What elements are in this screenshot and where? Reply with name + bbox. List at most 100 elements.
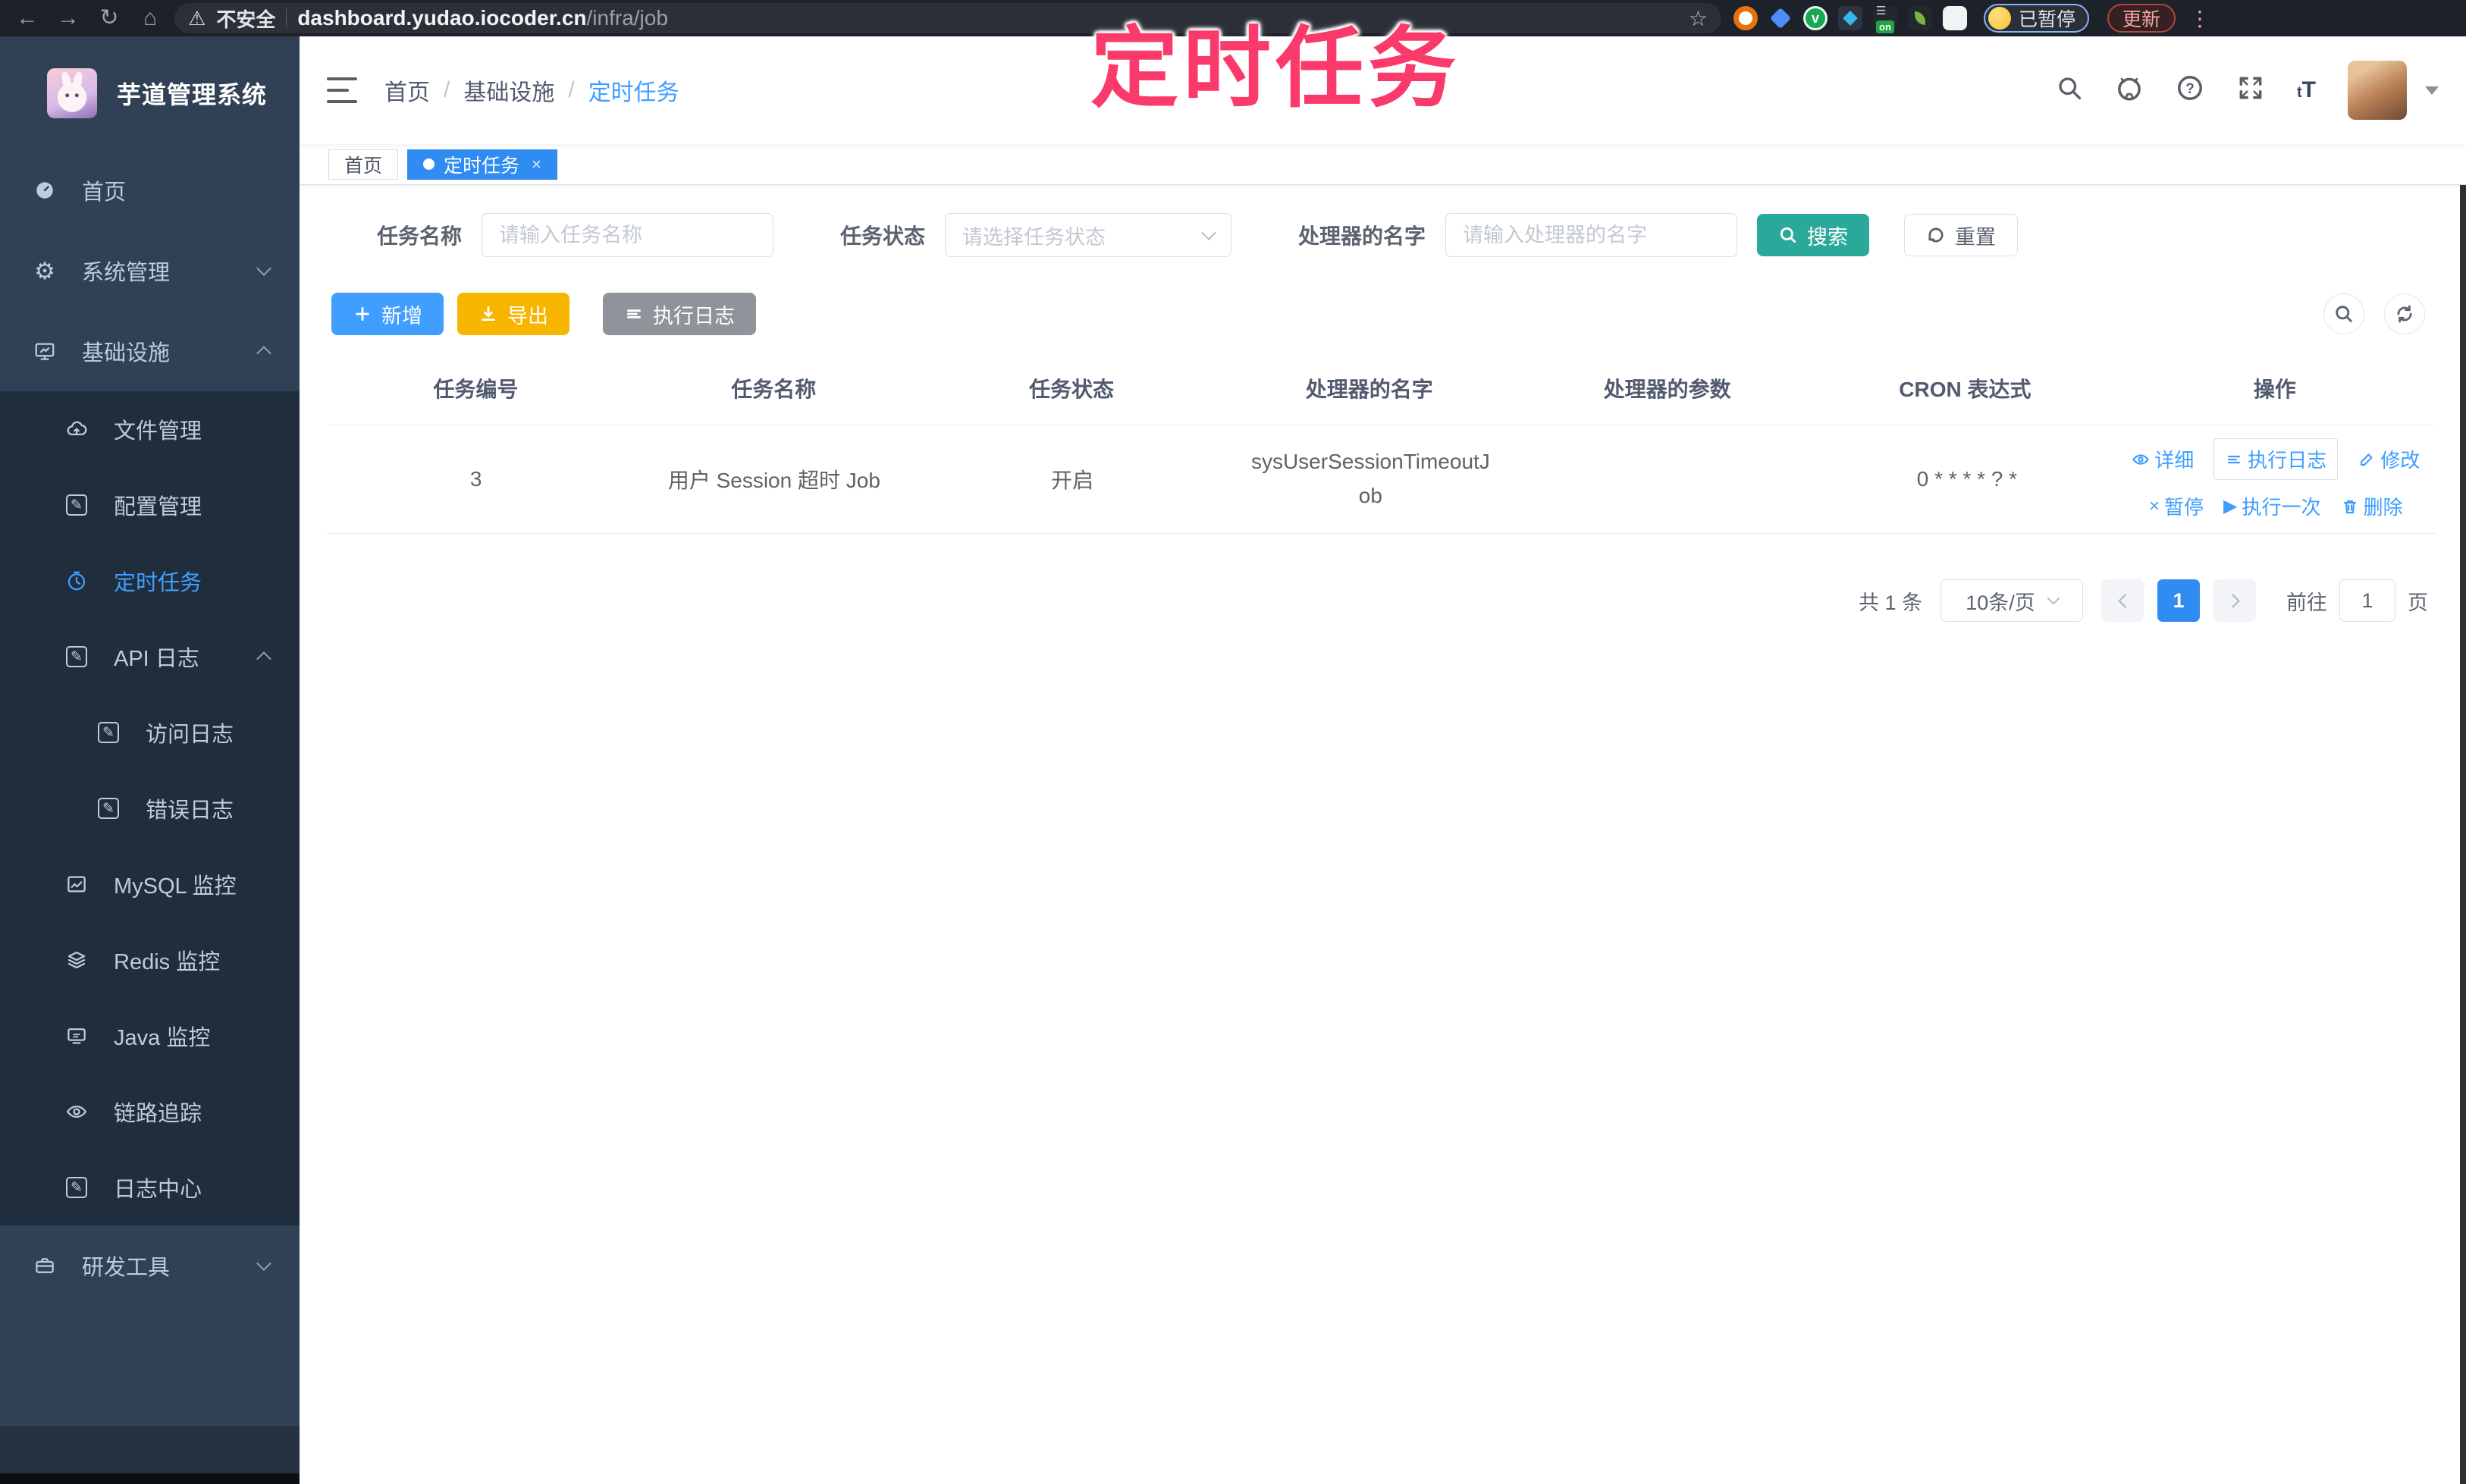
bookmark-star-icon[interactable]: ☆	[1689, 6, 1708, 31]
page-size-select[interactable]: 10条/页	[1940, 579, 2083, 622]
job-status-select[interactable]: 请选择任务状态	[945, 213, 1231, 257]
user-avatar[interactable]	[2348, 61, 2407, 120]
sidebar-item-home[interactable]: 首页	[0, 150, 300, 231]
next-page-button[interactable]	[2213, 579, 2256, 622]
not-secure-label: 不安全	[216, 5, 275, 33]
sidebar-item-label: Java 监控	[114, 1020, 269, 1052]
sidebar-item-system[interactable]: ⚙ 系统管理	[0, 231, 300, 311]
goto-suffix: 页	[2408, 586, 2428, 616]
chevron-down-icon	[256, 261, 271, 276]
sidebar-item-label: 链路追踪	[114, 1096, 269, 1128]
extension-leaf-icon[interactable]	[1908, 6, 1932, 30]
close-tab-icon[interactable]: ×	[532, 155, 541, 174]
header-actions: ? tT	[2056, 61, 2439, 120]
sidebar-item-dev-tools[interactable]: 研发工具	[0, 1225, 300, 1306]
svg-text:?: ?	[2185, 81, 2195, 97]
pagination: 共 1 条 10条/页 1 前往 页	[327, 579, 2436, 622]
sidebar-item-redis-monitor[interactable]: Redis 监控	[0, 922, 300, 998]
search-button[interactable]: 搜索	[1757, 214, 1869, 256]
job-status-placeholder: 请选择任务状态	[962, 221, 1106, 250]
detail-link[interactable]: 详细	[2132, 445, 2194, 473]
address-bar[interactable]: ⚠ 不安全 dashboard.yudao.iocoder.cn/infra/j…	[174, 3, 1721, 33]
extension-orange-icon[interactable]	[1733, 6, 1758, 30]
fullscreen-icon[interactable]	[2236, 74, 2265, 108]
browser-back-icon[interactable]: ←	[11, 2, 44, 35]
help-icon[interactable]: ?	[2176, 74, 2204, 108]
browser-reload-icon[interactable]: ↻	[93, 2, 126, 35]
browser-update-button[interactable]: 更新	[2107, 4, 2176, 33]
extension-grid-icon[interactable]	[1838, 6, 1862, 30]
sidebar-item-scheduled-jobs[interactable]: 定时任务	[0, 543, 300, 619]
goto-page-input[interactable]	[2339, 579, 2395, 622]
sidebar-item-infra[interactable]: 基础设施	[0, 311, 300, 391]
extension-check-icon[interactable]: v	[1803, 6, 1828, 30]
cell-job-status: 开启	[924, 425, 1222, 533]
tab-scheduled-jobs[interactable]: 定时任务 ×	[407, 149, 557, 180]
browser-profile-button[interactable]: 已暂停	[1984, 4, 2089, 33]
export-button[interactable]: 导出	[457, 293, 569, 335]
reset-button[interactable]: 重置	[1904, 214, 2018, 256]
browser-home-icon[interactable]: ⌂	[133, 2, 167, 35]
edit-square-icon: ✎	[96, 722, 121, 743]
chevron-down-icon	[256, 1256, 271, 1271]
sidebar-item-label: Redis 监控	[114, 944, 269, 976]
add-button[interactable]: 新增	[331, 293, 444, 335]
sidebar-item-error-logs[interactable]: ✎ 错误日志	[0, 770, 300, 846]
breadcrumb-separator: /	[444, 77, 450, 103]
breadcrumb-home[interactable]: 首页	[384, 74, 430, 107]
search-icon[interactable]	[2056, 74, 2083, 107]
extension-gem-icon[interactable]	[1768, 6, 1793, 30]
cell-cron: 0 * * * * ? *	[1818, 425, 2116, 533]
extensions-puzzle-icon[interactable]	[1943, 6, 1967, 30]
tab-home[interactable]: 首页	[328, 149, 398, 180]
sidebar-item-mysql-monitor[interactable]: MySQL 监控	[0, 846, 300, 922]
pause-link[interactable]: × 暂停	[2149, 492, 2204, 520]
row-exec-log-link[interactable]: 执行日志	[2213, 438, 2338, 480]
col-header-actions: 操作	[2114, 352, 2436, 425]
sidebar-item-label: 文件管理	[114, 413, 269, 445]
sidebar-item-tracing[interactable]: 链路追踪	[0, 1074, 300, 1150]
pagination-total: 共 1 条	[1859, 586, 1922, 616]
browser-forward-icon[interactable]: →	[52, 2, 85, 35]
edit-square-icon: ✎	[64, 646, 89, 667]
sidebar-item-file-mgmt[interactable]: 文件管理	[0, 391, 300, 467]
handler-name-input[interactable]	[1445, 213, 1737, 257]
prev-page-button[interactable]	[2101, 579, 2144, 622]
sidebar-item-java-monitor[interactable]: Java 监控	[0, 998, 300, 1074]
font-size-icon[interactable]: tT	[2297, 77, 2316, 103]
browser-menu-icon[interactable]: ⋮	[2189, 6, 2210, 31]
exec-log-button[interactable]: 执行日志	[603, 293, 756, 335]
delete-link[interactable]: 删除	[2341, 492, 2403, 520]
cloud-upload-icon	[64, 418, 89, 441]
toggle-search-button[interactable]	[2323, 293, 2364, 334]
chevron-up-icon	[256, 346, 271, 361]
edit-square-icon: ✎	[64, 1177, 89, 1198]
current-page-button[interactable]: 1	[2157, 579, 2200, 622]
sidebar-item-label: 基础设施	[82, 335, 234, 367]
sidebar-item-config-mgmt[interactable]: ✎ 配置管理	[0, 467, 300, 543]
run-once-link[interactable]: ▶ 执行一次	[2223, 492, 2320, 520]
stack-icon	[64, 949, 89, 971]
filter-form: 任务名称 任务状态 请选择任务状态 处理器的名字 搜索 重置	[327, 212, 2436, 258]
sidebar-item-label: 研发工具	[82, 1250, 234, 1282]
job-status-label: 任务状态	[840, 220, 925, 250]
collapse-sidebar-icon[interactable]	[327, 77, 357, 103]
edit-link[interactable]: 修改	[2358, 445, 2420, 473]
url-text: dashboard.yudao.iocoder.cn/infra/job	[297, 6, 668, 30]
sidebar-item-access-logs[interactable]: ✎ 访问日志	[0, 695, 300, 770]
user-menu-caret-icon[interactable]	[2425, 86, 2439, 95]
breadcrumb-current: 定时任务	[588, 74, 679, 107]
job-name-input[interactable]	[482, 213, 773, 257]
github-icon[interactable]	[2115, 74, 2144, 108]
sidebar-bottom-strip	[0, 1426, 300, 1473]
goto-page: 前往 页	[2286, 579, 2428, 622]
extension-on-icon[interactable]: ☰ on	[1873, 6, 1897, 30]
sidebar-item-log-center[interactable]: ✎ 日志中心	[0, 1150, 300, 1225]
col-header-status: 任务状态	[923, 352, 1221, 425]
sidebar-item-api-logs[interactable]: ✎ API 日志	[0, 619, 300, 695]
breadcrumb-infra[interactable]: 基础设施	[463, 74, 554, 107]
col-header-handler: 处理器的名字	[1220, 352, 1518, 425]
refresh-button[interactable]	[2384, 293, 2425, 334]
sidebar-item-label: 首页	[82, 174, 269, 206]
sidebar-menu: 首页 ⚙ 系统管理 基础设施 文件管理	[0, 150, 300, 1306]
